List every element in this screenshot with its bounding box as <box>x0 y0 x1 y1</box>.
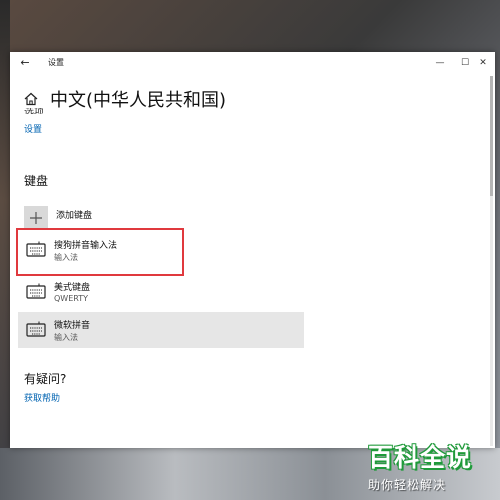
keyboard-item-microsoft-pinyin[interactable]: 微软拼音 输入法 <box>18 312 304 348</box>
home-icon[interactable] <box>24 92 38 106</box>
clipped-heading: 选项 <box>24 108 64 114</box>
highlight-annotation-box <box>16 228 184 276</box>
scrollbar-thumb[interactable] <box>490 76 493 196</box>
minimize-button[interactable]: — <box>428 54 452 72</box>
keyboard-icon <box>26 321 46 337</box>
settings-window: ← 设置 — ☐ ✕ 中文(中华人民共和国) 选项 设置 键盘 添加键盘 搜狗拼… <box>10 52 495 448</box>
help-section-title: 有疑问? <box>24 372 67 386</box>
watermark-slogan: 助你轻松解决 <box>368 478 447 492</box>
keyboard-item-us[interactable]: 美式键盘 QWERTY <box>18 274 304 310</box>
desktop-background-left <box>0 0 10 500</box>
add-keyboard-label: 添加键盘 <box>56 211 93 221</box>
keyboard-item-type: QWERTY <box>54 294 89 303</box>
keyboard-item-name: 微软拼音 <box>54 321 91 331</box>
window-title: 设置 <box>48 58 64 67</box>
page-title: 中文(中华人民共和国) <box>50 90 227 111</box>
title-bar: ← 设置 — ☐ ✕ <box>10 52 495 74</box>
scrollbar[interactable] <box>490 76 493 446</box>
add-icon-box <box>24 206 48 230</box>
add-keyboard-button[interactable]: 添加键盘 <box>24 204 304 230</box>
get-help-link[interactable]: 获取帮助 <box>24 391 60 404</box>
keyboard-section-title: 键盘 <box>24 174 49 188</box>
keyboard-item-name: 美式键盘 <box>54 283 91 293</box>
plus-icon <box>30 212 42 224</box>
watermark: 百科全说 助你轻松解决 <box>368 438 488 494</box>
settings-link[interactable]: 设置 <box>24 122 42 135</box>
watermark-logo: 百科全说 <box>368 443 473 472</box>
back-button[interactable]: ← <box>16 54 34 72</box>
close-button[interactable]: ✕ <box>471 54 495 72</box>
back-arrow-icon: ← <box>20 56 30 69</box>
clipped-heading-text: 选项 <box>24 108 44 114</box>
keyboard-icon <box>26 283 46 299</box>
keyboard-item-type: 输入法 <box>54 333 78 342</box>
